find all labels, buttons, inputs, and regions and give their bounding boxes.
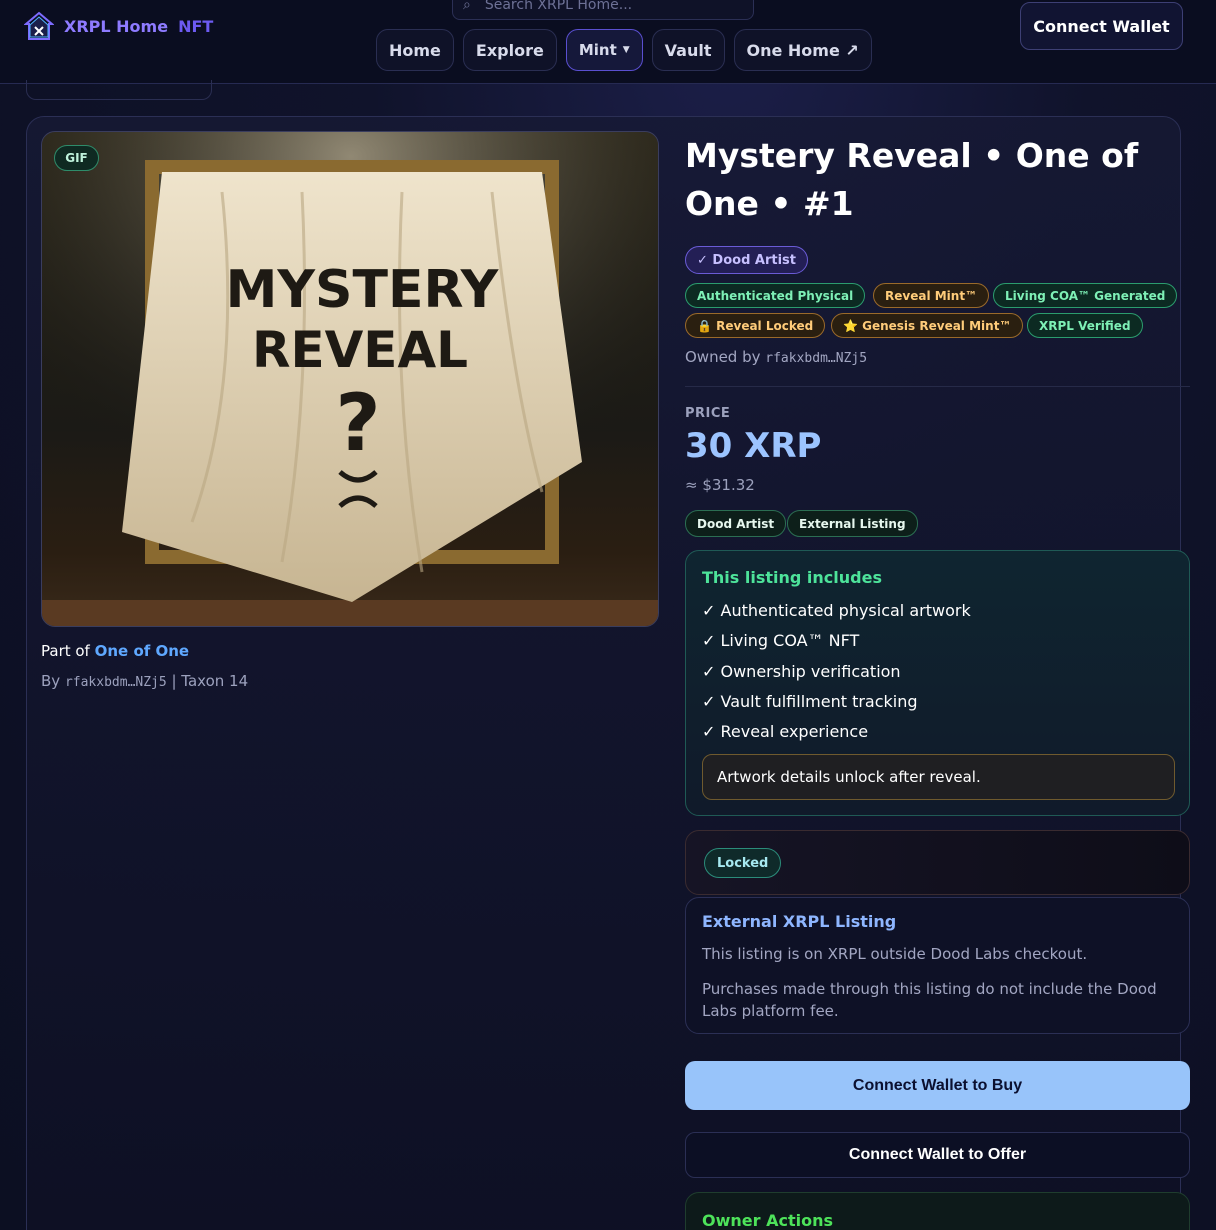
include-item: ✓ Living COA™ NFT: [702, 631, 860, 650]
connect-wallet-to-offer-button[interactable]: Connect Wallet to Offer: [685, 1132, 1190, 1178]
home-logo-icon: [24, 11, 54, 40]
by-prefix: By: [41, 672, 61, 690]
art-text-question: ?: [335, 379, 380, 469]
source-tag-dood-artist: Dood Artist: [685, 510, 787, 537]
nav-mint-label: Mint: [578, 41, 617, 59]
artwork-illustration: MYSTERY REVEAL ?: [42, 132, 658, 626]
nav-one-home[interactable]: One Home ↗: [733, 29, 872, 71]
search-placeholder: Search XRPL Home...: [484, 0, 633, 13]
collection-link[interactable]: One of One: [95, 642, 189, 660]
external-listing-title: External XRPL Listing: [702, 912, 897, 931]
gif-badge: GIF: [54, 145, 99, 171]
external-listing-fee-note: Purchases made through this listing do n…: [702, 980, 1157, 1020]
taxon-label: | Taxon 14: [171, 672, 249, 690]
owner-address[interactable]: rfakxbdm…NZj5: [765, 351, 867, 366]
nav-home-label: Home: [389, 40, 441, 60]
locked-status-badge: Locked: [704, 848, 782, 878]
include-item: ✓ Vault fulfillment tracking: [702, 692, 918, 711]
chevron-down-icon: ▼: [622, 45, 630, 55]
nav-vault[interactable]: Vault: [651, 29, 725, 71]
connect-wallet-button[interactable]: Connect Wallet: [1020, 2, 1183, 50]
owner-actions-card: Owner Actions: [685, 1192, 1190, 1230]
reveal-notice: Artwork details unlock after reveal.: [702, 754, 1175, 800]
listing-includes-card: This listing includes ✓ Authenticated ph…: [685, 550, 1190, 816]
back-to-collection-button[interactable]: [26, 80, 212, 100]
creator-line: By rfakxbdm…NZj5 | Taxon 14: [41, 672, 248, 690]
connect-wallet-to-buy-button[interactable]: Connect Wallet to Buy: [685, 1061, 1190, 1110]
collection-line: Part of One of One: [41, 642, 189, 660]
price-usd: ≈ $31.32: [685, 476, 755, 494]
reveal-status-card: Locked: [685, 830, 1190, 895]
nav-home[interactable]: Home: [376, 29, 454, 71]
external-listing-text: This listing is on XRPL outside Dood Lab…: [702, 945, 1088, 963]
divider: [685, 386, 1190, 387]
brand-suffix: NFT: [178, 16, 214, 36]
search-icon: ⌕: [463, 0, 471, 13]
tag-authenticated-physical: Authenticated Physical: [685, 283, 866, 308]
creator-address[interactable]: rfakxbdm…NZj5: [65, 675, 167, 690]
brand-title: XRPL Home: [64, 16, 169, 36]
dood-artist-badge: ✓ Dood Artist: [685, 246, 808, 274]
main-nav: Home Explore Mint ▼ Vault One Home ↗: [376, 29, 872, 71]
nft-artwork-image[interactable]: MYSTERY REVEAL ?: [41, 131, 659, 627]
nft-title: Mystery Reveal • One of One • #1: [685, 136, 1139, 223]
price-label: PRICE: [685, 406, 731, 421]
search-input[interactable]: ⌕ Search XRPL Home...: [452, 0, 754, 20]
source-tag-external-listing: External Listing: [787, 510, 918, 537]
nav-vault-label: Vault: [664, 40, 712, 60]
tag-genesis-reveal-mint: ⭐ Genesis Reveal Mint™: [831, 313, 1024, 338]
brand-link[interactable]: XRPL Home NFT: [24, 10, 213, 42]
include-item: ✓ Ownership verification: [702, 662, 901, 681]
part-of-prefix: Part of: [41, 642, 90, 660]
tag-xrpl-verified: XRPL Verified: [1027, 313, 1143, 338]
owner-line: Owned by rfakxbdm…NZj5: [685, 348, 867, 366]
nav-explore[interactable]: Explore: [462, 29, 557, 71]
art-text-mystery: MYSTERY: [226, 260, 500, 320]
owned-prefix: Owned by: [685, 348, 761, 366]
tag-reveal-locked: 🔒 Reveal Locked: [685, 313, 826, 338]
tag-reveal-mint: Reveal Mint™: [873, 283, 990, 308]
nav-mint-dropdown[interactable]: Mint ▼: [565, 29, 643, 71]
brand-name: XRPL Home NFT: [64, 17, 213, 36]
art-text-reveal: REVEAL: [252, 321, 468, 379]
price-amount: 30 XRP: [685, 426, 822, 466]
owner-actions-title: Owner Actions: [702, 1211, 833, 1230]
include-item: ✓ Authenticated physical artwork: [702, 601, 971, 620]
tag-living-coa: Living COA™ Generated: [993, 283, 1178, 308]
includes-title: This listing includes: [702, 568, 882, 587]
top-navigation-bar: XRPL Home NFT ⌕ Search XRPL Home... Home …: [0, 0, 1216, 84]
nav-explore-label: Explore: [475, 40, 544, 60]
nav-one-home-label: One Home ↗: [746, 40, 859, 60]
external-listing-card: External XRPL Listing This listing is on…: [685, 897, 1190, 1034]
include-item: ✓ Reveal experience: [702, 722, 869, 741]
